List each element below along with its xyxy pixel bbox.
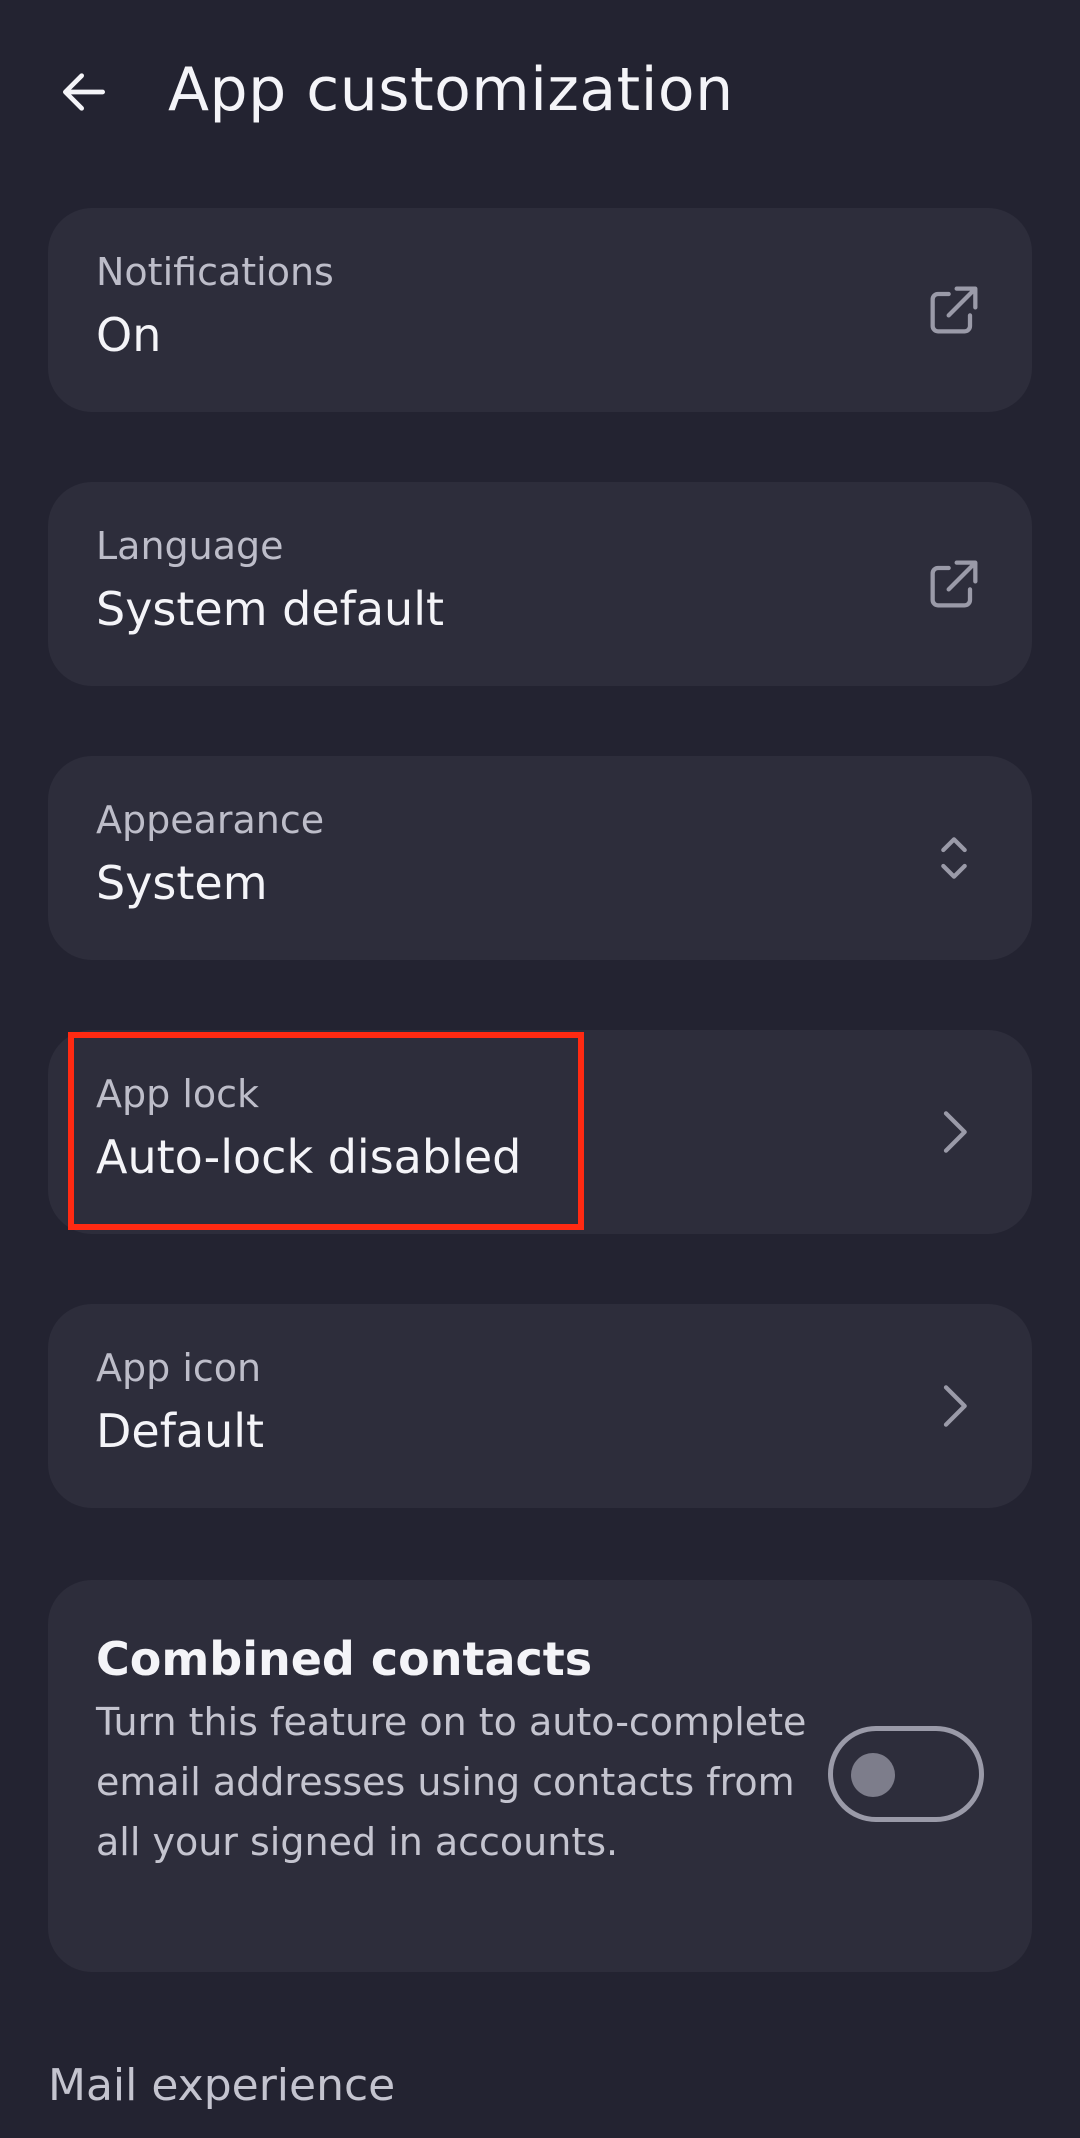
external-link-icon [930, 560, 978, 608]
language-setting[interactable]: Language System default [48, 482, 1032, 686]
notifications-value: On [96, 308, 162, 362]
app-customization-screen: App customization Notifications On Langu… [0, 0, 1080, 2138]
app-lock-value: Auto-lock disabled [96, 1130, 522, 1184]
language-label: Language [96, 524, 284, 568]
toggle-knob [851, 1753, 895, 1797]
appearance-value: System [96, 856, 268, 910]
chevron-right-icon [943, 1111, 967, 1153]
combined-contacts-description: Turn this feature on to auto-complete em… [96, 1700, 807, 1864]
language-value: System default [96, 582, 445, 636]
app-icon-setting[interactable]: App icon Default [48, 1304, 1032, 1508]
top-app-bar: App customization [0, 0, 1080, 180]
chevron-up-down-icon [941, 837, 967, 879]
app-icon-value: Default [96, 1404, 265, 1458]
arrow-left-icon [62, 73, 105, 111]
notifications-setting[interactable]: Notifications On [48, 208, 1032, 412]
notifications-label: Notifications [96, 250, 334, 294]
appearance-label: Appearance [96, 798, 325, 842]
page-title: App customization [168, 55, 734, 125]
app-lock-label: App lock [96, 1072, 260, 1116]
appearance-setting[interactable]: Appearance System [48, 756, 1032, 960]
chevron-right-icon [943, 1385, 967, 1427]
combined-contacts-setting: Combined contacts Turn this feature on t… [48, 1580, 1032, 1972]
combined-contacts-toggle[interactable] [828, 1726, 984, 1822]
app-lock-setting[interactable]: App lock Auto-lock disabled [48, 1030, 1032, 1234]
mail-experience-heading: Mail experience [48, 2060, 396, 2111]
external-link-icon [930, 286, 978, 334]
back-button[interactable] [44, 52, 124, 132]
combined-contacts-title: Combined contacts [96, 1632, 593, 1686]
app-icon-label: App icon [96, 1346, 262, 1390]
